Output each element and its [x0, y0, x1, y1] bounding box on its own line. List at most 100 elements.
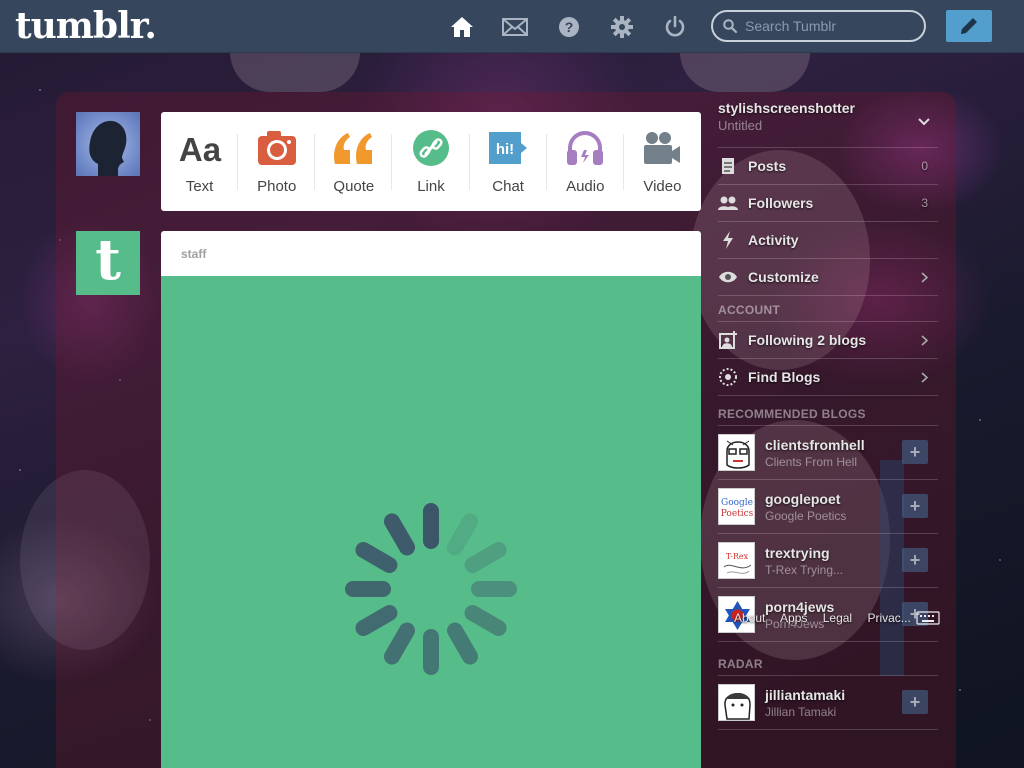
people-icon: [718, 193, 738, 213]
recommended-blog[interactable]: clientsfromhell Clients From Hell +: [718, 426, 938, 480]
footer-link-apps[interactable]: Apps: [780, 611, 807, 625]
blog-name: trextrying: [765, 544, 830, 561]
svg-text:Poetics: Poetics: [721, 509, 754, 519]
chevron-right-icon: [921, 334, 928, 346]
top-navigation-bar: tumblr. ?: [0, 0, 1024, 53]
follow-button[interactable]: +: [902, 548, 928, 572]
post-type-bar: Aa Text Photo Quote Link hi! Chat Audio: [161, 112, 701, 211]
post-type-label: Quote: [333, 178, 375, 195]
sidebar-item-label: Followers: [748, 195, 814, 211]
power-icon[interactable]: [661, 13, 689, 41]
svg-text:Google: Google: [721, 498, 753, 508]
sidebar-item-label: Posts: [748, 158, 787, 174]
headphones-icon: [563, 128, 607, 168]
blog-name: googlepoet: [765, 490, 841, 507]
follow-button[interactable]: +: [902, 440, 928, 464]
svg-text:?: ?: [565, 19, 574, 35]
blog-name: clientsfromhell: [765, 436, 865, 453]
account-heading: ACCOUNT: [718, 296, 938, 322]
post-type-label: Video: [643, 178, 682, 195]
follow-button[interactable]: +: [902, 690, 928, 714]
blog-title: Jillian Tamaki: [765, 704, 837, 719]
post-author[interactable]: staff: [161, 231, 701, 276]
loading-spinner-icon: [345, 503, 517, 675]
sidebar-item-activity[interactable]: Activity: [718, 222, 938, 259]
chevron-right-icon: [921, 271, 928, 283]
compose-button[interactable]: [946, 10, 992, 42]
recommended-blog[interactable]: T-Rex trextrying T-Rex Trying... +: [718, 534, 938, 588]
quote-post-button[interactable]: Quote: [315, 112, 393, 211]
lightning-icon: [718, 230, 738, 250]
recommended-blog[interactable]: Google Poetics googlepoet Google Poetics …: [718, 480, 938, 534]
post-media: [161, 276, 701, 768]
text-post-button[interactable]: Aa Text: [161, 112, 239, 211]
background-photo: [230, 52, 360, 92]
sidebar-item-count: 3: [921, 196, 928, 210]
link-icon: [409, 128, 453, 168]
radar-blog[interactable]: jilliantamaki Jillian Tamaki +: [718, 676, 938, 730]
sidebar-item-posts[interactable]: Posts 0: [718, 148, 938, 185]
recommended-heading: RECOMMENDED BLOGS: [718, 396, 938, 426]
chevron-down-icon: [918, 118, 930, 126]
footer-links: About Apps Legal Privac...: [734, 611, 923, 625]
sidebar-item-label: Following 2 blogs: [748, 332, 867, 348]
svg-text:Aa: Aa: [178, 131, 221, 168]
blog-switcher[interactable]: stylishscreenshotter Untitled: [718, 100, 938, 148]
chat-icon: hi!: [486, 128, 530, 168]
text-icon: Aa: [178, 128, 222, 168]
svg-text:hi!: hi!: [496, 141, 514, 158]
right-sidebar: stylishscreenshotter Untitled Posts 0 Fo…: [718, 100, 938, 730]
post-type-label: Link: [417, 178, 445, 195]
search-input[interactable]: [745, 18, 915, 34]
audio-post-button[interactable]: Audio: [547, 112, 624, 211]
dashboard-post: staff: [161, 231, 701, 768]
help-icon[interactable]: ?: [555, 13, 583, 41]
svg-text:T-Rex: T-Rex: [726, 552, 749, 561]
footer-link-about[interactable]: About: [734, 611, 765, 625]
camera-icon: [255, 128, 299, 168]
background-photo: [680, 52, 810, 92]
following-icon: [718, 330, 738, 350]
footer-link-legal[interactable]: Legal: [823, 611, 852, 625]
blog-avatar: [718, 684, 755, 721]
eye-icon: [718, 267, 738, 287]
sidebar-item-find-blogs[interactable]: Find Blogs: [718, 359, 938, 396]
gear-icon[interactable]: [608, 13, 636, 41]
keyboard-icon[interactable]: [916, 611, 940, 625]
link-post-button[interactable]: Link: [392, 112, 470, 211]
sidebar-item-label: Activity: [748, 232, 799, 248]
sidebar-item-label: Customize: [748, 269, 819, 285]
post-type-label: Photo: [257, 178, 297, 195]
radar-heading: RADAR: [718, 642, 938, 676]
search-icon: [723, 19, 737, 33]
sidebar-item-label: Find Blogs: [748, 369, 821, 385]
follow-button[interactable]: +: [902, 494, 928, 518]
blog-avatar: T-Rex: [718, 542, 755, 579]
background-photo: [20, 470, 150, 650]
home-icon[interactable]: [448, 13, 476, 41]
post-type-label: Audio: [566, 178, 605, 195]
video-camera-icon: [640, 128, 684, 168]
photo-post-button[interactable]: Photo: [238, 112, 316, 211]
blog-title: T-Rex Trying...: [765, 562, 844, 577]
video-post-button[interactable]: Video: [624, 112, 701, 211]
user-avatar[interactable]: [76, 112, 140, 176]
footer-link-privacy[interactable]: Privac...: [867, 611, 910, 625]
document-icon: [718, 156, 738, 176]
sidebar-item-following[interactable]: Following 2 blogs: [718, 322, 938, 359]
search-box[interactable]: [711, 10, 926, 42]
mail-icon[interactable]: [501, 13, 529, 41]
sidebar-item-count: 0: [921, 159, 928, 173]
staff-avatar[interactable]: t: [76, 231, 140, 295]
sidebar-item-customize[interactable]: Customize: [718, 259, 938, 296]
sidebar-item-followers[interactable]: Followers 3: [718, 185, 938, 222]
chevron-right-icon: [921, 371, 928, 383]
blog-name: jilliantamaki: [765, 686, 846, 703]
chat-post-button[interactable]: hi! Chat: [470, 112, 547, 211]
user-silhouette-icon: [89, 120, 127, 176]
post-type-label: Chat: [492, 178, 524, 195]
pencil-icon: [961, 18, 977, 34]
blog-title: Clients From Hell: [765, 454, 858, 469]
tumblr-logo[interactable]: tumblr.: [15, 5, 157, 47]
post-type-label: Text: [185, 178, 214, 195]
